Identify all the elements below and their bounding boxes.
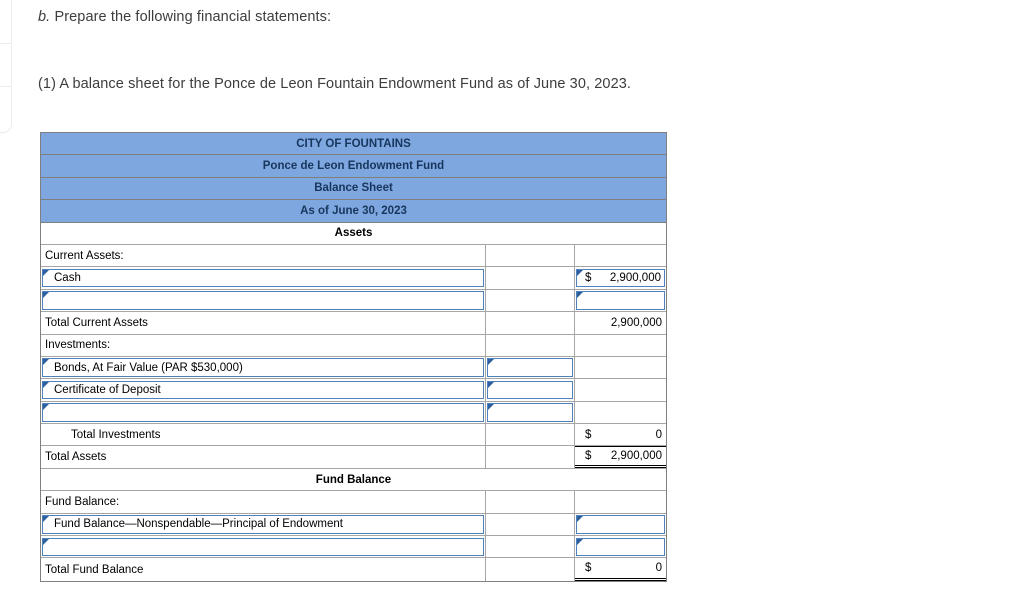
answer-marker-icon — [43, 538, 49, 545]
total-current-assets-label: Total Current Assets — [45, 316, 148, 329]
blank-amount-input[interactable] — [576, 291, 665, 310]
currency-symbol: $ — [585, 428, 592, 441]
statement-title-row-fund: Ponce de Leon Endowment Fund — [41, 155, 666, 178]
answer-marker-icon — [577, 292, 583, 299]
panel-divider — [0, 86, 11, 87]
row-bonds: Bonds, At Fair Value (PAR $530,000) — [41, 356, 666, 380]
left-panel-edge — [0, 0, 12, 133]
entity-title: CITY OF FOUNTAINS — [296, 137, 411, 150]
total-investments-amount: $ 0 — [585, 428, 662, 441]
fb-nonspendable-account-input[interactable]: Fund Balance—Nonspendable—Principal of E… — [42, 515, 484, 534]
currency-symbol: $ — [585, 562, 592, 575]
cod-account-input[interactable]: Certificate of Deposit — [42, 380, 484, 400]
row-current-assets-heading: Current Assets: — [41, 244, 666, 268]
answer-marker-icon — [43, 404, 49, 411]
row-current-assets-blank — [41, 289, 666, 313]
row-certificate-of-deposit: Certificate of Deposit — [41, 379, 666, 402]
row-total-assets: Total Assets $ 2,900,000 — [41, 446, 666, 469]
statement-title-row-date: As of June 30, 2023 — [41, 200, 666, 223]
currency-symbol: $ — [585, 450, 592, 463]
instruction-1-text: (1) A balance sheet for the Ponce de Leo… — [38, 76, 632, 92]
instruction-b-text: Prepare the following financial statemen… — [54, 9, 332, 25]
cash-amount-value: 2,900,000 — [609, 272, 661, 285]
fund-balance-heading: Fund Balance: — [45, 495, 120, 508]
row-fund-balance-heading: Fund Balance: — [41, 491, 666, 514]
statement-title-row-name: Balance Sheet — [41, 177, 666, 201]
balance-sheet-table: CITY OF FOUNTAINS Ponce de Leon Endowmen… — [40, 132, 667, 582]
answer-marker-icon — [43, 381, 49, 388]
row-fb-nonspendable: Fund Balance—Nonspendable—Principal of E… — [41, 513, 666, 537]
answer-marker-icon — [488, 359, 494, 366]
assets-section-label: Assets — [334, 227, 373, 240]
answer-marker-icon — [577, 538, 583, 545]
total-investments-label: Total Investments — [71, 428, 161, 441]
total-fund-balance-amount: $ 0 — [575, 558, 666, 581]
statement-date: As of June 30, 2023 — [300, 204, 407, 217]
total-fund-balance-label: Total Fund Balance — [45, 563, 144, 576]
currency-symbol: $ — [585, 272, 592, 285]
answer-marker-icon — [43, 516, 49, 523]
fund-title: Ponce de Leon Endowment Fund — [262, 160, 445, 173]
row-total-investments: Total Investments $ 0 — [41, 424, 666, 447]
blank-amount-input[interactable] — [487, 403, 573, 422]
bonds-account-input[interactable]: Bonds, At Fair Value (PAR $530,000) — [42, 358, 484, 377]
fund-balance-section-header: Fund Balance — [41, 469, 666, 492]
cash-account-label: Cash — [54, 272, 81, 285]
cash-account-input[interactable]: Cash — [42, 268, 484, 288]
blank-account-input[interactable] — [42, 403, 484, 422]
row-cash: Cash $ 2,900,000 — [41, 267, 666, 290]
bonds-account-label: Bonds, At Fair Value (PAR $530,000) — [54, 361, 243, 374]
total-assets-amount: $ 2,900,000 — [575, 446, 666, 468]
blank-account-input[interactable] — [42, 537, 484, 556]
cash-amount-input[interactable]: $ 2,900,000 — [576, 268, 665, 288]
instruction-item-1: (1) A balance sheet for the Ponce de Leo… — [38, 76, 631, 92]
instruction-item-b: b. Prepare the following financial state… — [38, 9, 331, 25]
answer-marker-icon — [488, 381, 494, 388]
bonds-amount-input[interactable] — [487, 358, 573, 377]
row-investments-heading: Investments: — [41, 334, 666, 357]
cod-amount-input[interactable] — [487, 380, 573, 400]
row-fund-balance-blank — [41, 536, 666, 559]
current-assets-heading: Current Assets: — [45, 249, 124, 262]
fb-nonspendable-label: Fund Balance—Nonspendable—Principal of E… — [54, 518, 343, 531]
statement-name: Balance Sheet — [314, 182, 393, 195]
answer-marker-icon — [577, 269, 583, 276]
blank-amount-input[interactable] — [576, 537, 665, 556]
investments-heading: Investments: — [45, 339, 111, 352]
assets-section-header: Assets — [41, 223, 666, 245]
answer-marker-icon — [43, 269, 49, 276]
row-total-fund-balance: Total Fund Balance $ 0 — [41, 558, 666, 581]
answer-marker-icon — [43, 359, 49, 366]
blank-account-input[interactable] — [42, 291, 484, 310]
answer-marker-icon — [43, 292, 49, 299]
row-total-current-assets: Total Current Assets 2,900,000 — [41, 312, 666, 335]
total-current-assets-amount: 2,900,000 — [610, 316, 662, 329]
row-investments-blank — [41, 401, 666, 425]
cod-account-label: Certificate of Deposit — [54, 383, 161, 396]
statement-title-row-entity: CITY OF FOUNTAINS — [41, 133, 666, 156]
panel-divider — [0, 43, 11, 44]
instruction-b-prefix: b. — [38, 9, 51, 25]
answer-marker-icon — [488, 404, 494, 411]
answer-marker-icon — [577, 516, 583, 523]
total-assets-label: Total Assets — [45, 451, 107, 464]
fb-nonspendable-amount-input[interactable] — [576, 515, 665, 534]
fund-balance-section-label: Fund Balance — [315, 473, 392, 486]
